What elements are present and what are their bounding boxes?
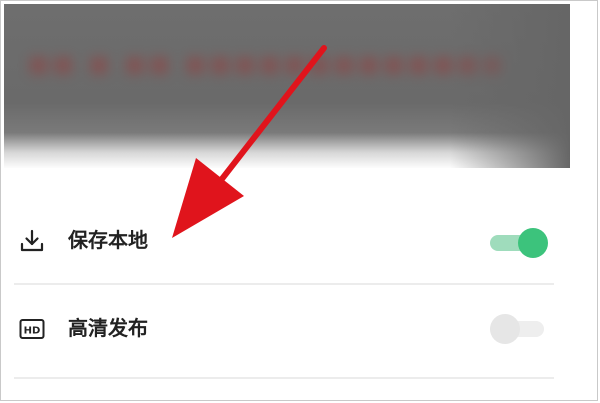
blurred-text: ■■ ■ ■■ ■■■■■■■■■■■■■: [28, 52, 508, 77]
right-gutter: [570, 4, 596, 397]
hd-publish-toggle[interactable]: [490, 314, 548, 344]
divider: [14, 283, 554, 285]
setting-row-save-local[interactable]: 保存本地: [4, 210, 570, 270]
svg-text:HD: HD: [24, 326, 41, 337]
toggle-knob: [518, 228, 548, 258]
download-icon: [20, 229, 44, 252]
divider: [14, 377, 554, 379]
hd-icon: HD: [19, 319, 45, 339]
save-local-toggle[interactable]: [490, 228, 548, 258]
blur-shade: [450, 4, 570, 169]
blurred-background-content: ■■ ■ ■■ ■■■■■■■■■■■■■: [4, 4, 570, 169]
settings-sheet: 保存本地 HD 高清发布: [4, 168, 570, 398]
setting-row-hd-publish[interactable]: HD 高清发布: [4, 298, 570, 358]
setting-label-save-local: 保存本地: [68, 228, 148, 252]
setting-label-hd-publish: 高清发布: [68, 316, 148, 340]
toggle-knob: [490, 314, 520, 344]
